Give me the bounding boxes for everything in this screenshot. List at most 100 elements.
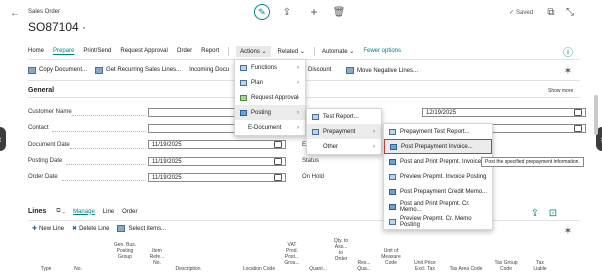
calendar-icon[interactable] (274, 141, 282, 148)
preview-icon (389, 173, 396, 180)
contact-input[interactable] (148, 124, 236, 133)
menu-item-request-approval[interactable]: Request Approval › (235, 90, 305, 105)
scrollbar[interactable] (594, 95, 598, 135)
menu-item-prepayment-test-report[interactable]: Prepayment Test Report... (384, 124, 492, 139)
open-new-window-icon[interactable]: ⧉ (544, 5, 558, 19)
tab-home[interactable]: Home (28, 48, 44, 54)
tab-request-approval[interactable]: Request Approval (120, 48, 167, 54)
page-caption: Sales Order (28, 9, 61, 15)
column-header-qty-to-assemble[interactable]: Qty. to Ass... to Order (332, 238, 350, 262)
focus-mode-icon[interactable]: ⊡ (546, 206, 560, 220)
recurring-icon (95, 66, 104, 74)
document-number-title: SO87104 · (28, 20, 87, 34)
menu-item-post-prepayment-credit-memo[interactable]: Post Prepayment Credit Memo... (384, 184, 492, 199)
menu-item-post-and-print-prepmt-invoice[interactable]: Post and Print Prepmt. Invoice... (384, 154, 492, 169)
fewer-options-link[interactable]: Fewer options (363, 48, 401, 54)
column-header-no[interactable]: No. (72, 266, 84, 272)
get-recurring-lines-button[interactable]: Get Recurring Sales Lines... (95, 66, 181, 74)
column-header-reserved-quantity[interactable]: Res... Qua... (356, 260, 372, 272)
menu-item-other[interactable]: Other › (307, 139, 381, 154)
incoming-document-button[interactable]: Incoming Docu (189, 67, 229, 73)
calendar-icon[interactable] (274, 158, 282, 165)
calendar-icon[interactable] (574, 125, 582, 132)
menu-item-plan[interactable]: Plan › (235, 75, 305, 90)
lines-tab-line[interactable]: Line (103, 209, 114, 215)
back-arrow-icon[interactable]: ← (8, 6, 22, 20)
menu-item-functions[interactable]: Functions › (235, 60, 305, 75)
tab-order[interactable]: Order (177, 48, 192, 54)
share-icon[interactable]: ⇪ (280, 5, 294, 19)
dotted-leader (72, 115, 146, 116)
dotted-leader (70, 148, 146, 149)
new-line-button[interactable]: ✚ New Line (32, 225, 64, 233)
column-header-unit-of-measure[interactable]: Unit of Measure Code (378, 248, 404, 266)
lines-tab-manage[interactable]: Manage (73, 209, 95, 215)
menu-item-prepayment[interactable]: Prepayment › (307, 124, 381, 139)
column-header-gen-bus-posting-group[interactable]: Gen. Bus. Posting Group (112, 242, 138, 260)
tab-actions[interactable]: Actions ⌄ (236, 45, 271, 57)
menu-item-e-document[interactable]: E-Document › (235, 120, 305, 135)
lines-section-title[interactable]: Lines (28, 208, 46, 215)
select-items-label: Select items... (128, 225, 167, 232)
general-section-title[interactable]: General (28, 87, 54, 94)
edit-icon[interactable]: ✎ (254, 4, 270, 20)
order-date-input[interactable]: 11/19/2025 (148, 173, 286, 182)
action-bar: Home Prepare Print/Send Request Approval… (28, 45, 410, 57)
tab-prepare[interactable]: Prepare (53, 48, 74, 54)
column-header-vat-prod-posting-group[interactable]: VAT Prod. Post... Grou... (282, 242, 302, 266)
prepayment-submenu: Prepayment Test Report... Post Prepaymen… (383, 123, 493, 230)
posting-date-value: 11/19/2025 (152, 158, 182, 165)
column-header-tax-liable[interactable]: Tax Liable (530, 260, 550, 272)
lines-options-icon[interactable]: ⧉ ⌄ (56, 208, 65, 215)
document-date-input[interactable]: 11/19/2025 (148, 140, 286, 149)
collapse-icon[interactable]: ⤡ (563, 5, 577, 19)
column-header-tax-area-code[interactable]: Tax Area Code (446, 266, 486, 272)
pin-icon[interactable]: ✶ (561, 64, 575, 78)
column-header-item-reference-no[interactable]: Item Refe... No. (148, 248, 166, 266)
tooltip: Post the specified prepayment informatio… (481, 157, 584, 167)
tab-related[interactable]: Related ⌄ (278, 48, 305, 55)
new-line-icon: ✚ (32, 226, 38, 232)
posting-date-input[interactable]: 11/19/2025 (148, 157, 286, 166)
column-header-tax-group-code[interactable]: Tax Group Code (492, 260, 520, 272)
column-header-quantity[interactable]: Quant... (308, 266, 328, 272)
add-icon[interactable]: + (307, 5, 321, 19)
share-lines-icon[interactable]: ⇪ (528, 206, 542, 220)
column-header-description[interactable]: Description (172, 266, 204, 272)
move-negative-lines-button[interactable]: Move Negative Lines... (346, 67, 418, 74)
column-header-unit-price[interactable]: Unit Price Excl. Tax (410, 260, 440, 272)
info-icon[interactable]: ⓘ (561, 44, 575, 59)
tab-report[interactable]: Report (201, 48, 219, 54)
delete-line-button[interactable]: ✖ Delete Line (72, 225, 109, 233)
column-header-location-code[interactable]: Location Code (240, 266, 278, 272)
previous-record-arrow[interactable]: ‹ (0, 127, 6, 151)
tab-print-send[interactable]: Print/Send (83, 48, 111, 54)
preview-icon (389, 218, 396, 225)
calendar-icon[interactable] (574, 109, 582, 116)
menu-item-preview-prepmt-cr-memo-posting[interactable]: Preview Prepmt. Cr. Memo Posting (384, 214, 492, 229)
delete-icon[interactable]: 🗑 (332, 5, 346, 19)
pin-icon[interactable]: ✶ (561, 224, 575, 238)
menu-item-preview-prepmt-invoice-posting[interactable]: Preview Prepmt. Invoice Posting (384, 169, 492, 184)
menu-item-posting[interactable]: Posting › (235, 105, 305, 120)
customer-name-input[interactable] (148, 108, 236, 117)
functions-icon (240, 64, 247, 71)
copy-document-button[interactable]: Copy Document... (28, 66, 87, 74)
menu-item-post-and-print-prepmt-cr-memo[interactable]: Post and Print Prepmt. Cr. Memo... (384, 199, 492, 214)
show-more-link[interactable]: Show more (548, 88, 573, 94)
calendar-icon[interactable] (274, 174, 282, 181)
lines-tab-order[interactable]: Order (122, 209, 137, 215)
menu-item-plan-label: Plan (251, 79, 264, 86)
menu-item-post-prepayment-invoice-label: Post Prepayment Invoice... (401, 143, 473, 150)
dotted-leader (62, 180, 146, 181)
tab-related-label: Related (277, 48, 299, 55)
menu-item-prepayment-test-report-label: Prepayment Test Report... (400, 128, 470, 135)
menu-item-test-report[interactable]: Test Report... (307, 109, 381, 124)
actions-menu: Functions › Plan › Request Approval › Posti… (234, 59, 306, 136)
menu-item-post-prepayment-invoice[interactable]: Post Prepayment Invoice... (384, 139, 492, 154)
divider (313, 46, 315, 56)
tab-automate[interactable]: Automate ⌄ (322, 48, 354, 55)
column-header-type[interactable]: Type (36, 266, 56, 272)
right-date-input[interactable]: 12/19/2025 (422, 108, 586, 117)
select-items-button[interactable]: Select items... (117, 225, 166, 232)
